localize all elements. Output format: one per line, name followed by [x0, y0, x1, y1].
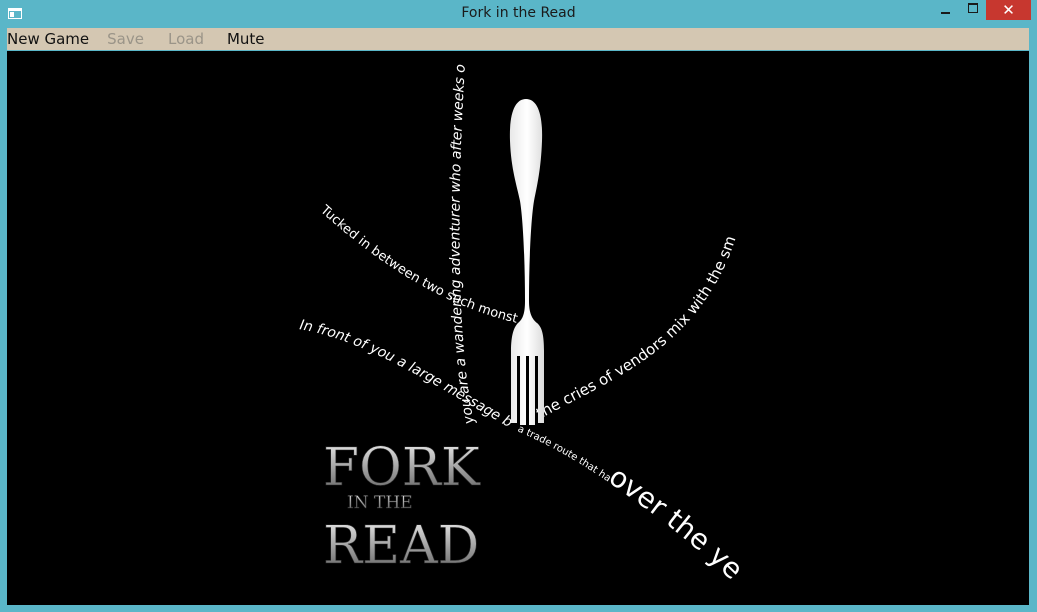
strand-right: the cries of vendors mix with the smells… — [7, 51, 740, 423]
maximize-icon — [968, 3, 978, 13]
menu-save[interactable]: Save — [107, 30, 144, 48]
logo-line-1: FORK — [323, 438, 481, 498]
game-window: Fork in the Read ✕ New Game Save Load Mu… — [0, 0, 1037, 612]
game-canvas[interactable]: you are a wandering adventurer who after… — [7, 51, 1029, 605]
title-scene: you are a wandering adventurer who after… — [7, 51, 750, 586]
logo-line-2: IN THE — [347, 493, 413, 513]
close-icon: ✕ — [1002, 1, 1015, 19]
window-title: Fork in the Read — [461, 5, 576, 21]
strand-left: In front of you a large message board ca… — [7, 51, 515, 431]
menu-bar: New Game Save Load Mute — [7, 28, 1029, 50]
maximize-button[interactable] — [960, 0, 986, 20]
close-button[interactable]: ✕ — [986, 0, 1031, 20]
title-bar[interactable]: Fork in the Read ✕ — [0, 0, 1037, 28]
minimize-button[interactable] — [930, 0, 960, 20]
game-logo: FORK IN THE READ — [323, 438, 481, 577]
strand-upper-left: Tucked in between two such monstrosities… — [7, 51, 519, 327]
menu-new-game[interactable]: New Game — [7, 30, 89, 48]
minimize-icon — [940, 12, 950, 14]
menu-load[interactable]: Load — [168, 30, 204, 48]
menu-mute[interactable]: Mute — [227, 30, 265, 48]
fork-icon — [509, 99, 544, 425]
logo-line-3: READ — [323, 516, 479, 576]
